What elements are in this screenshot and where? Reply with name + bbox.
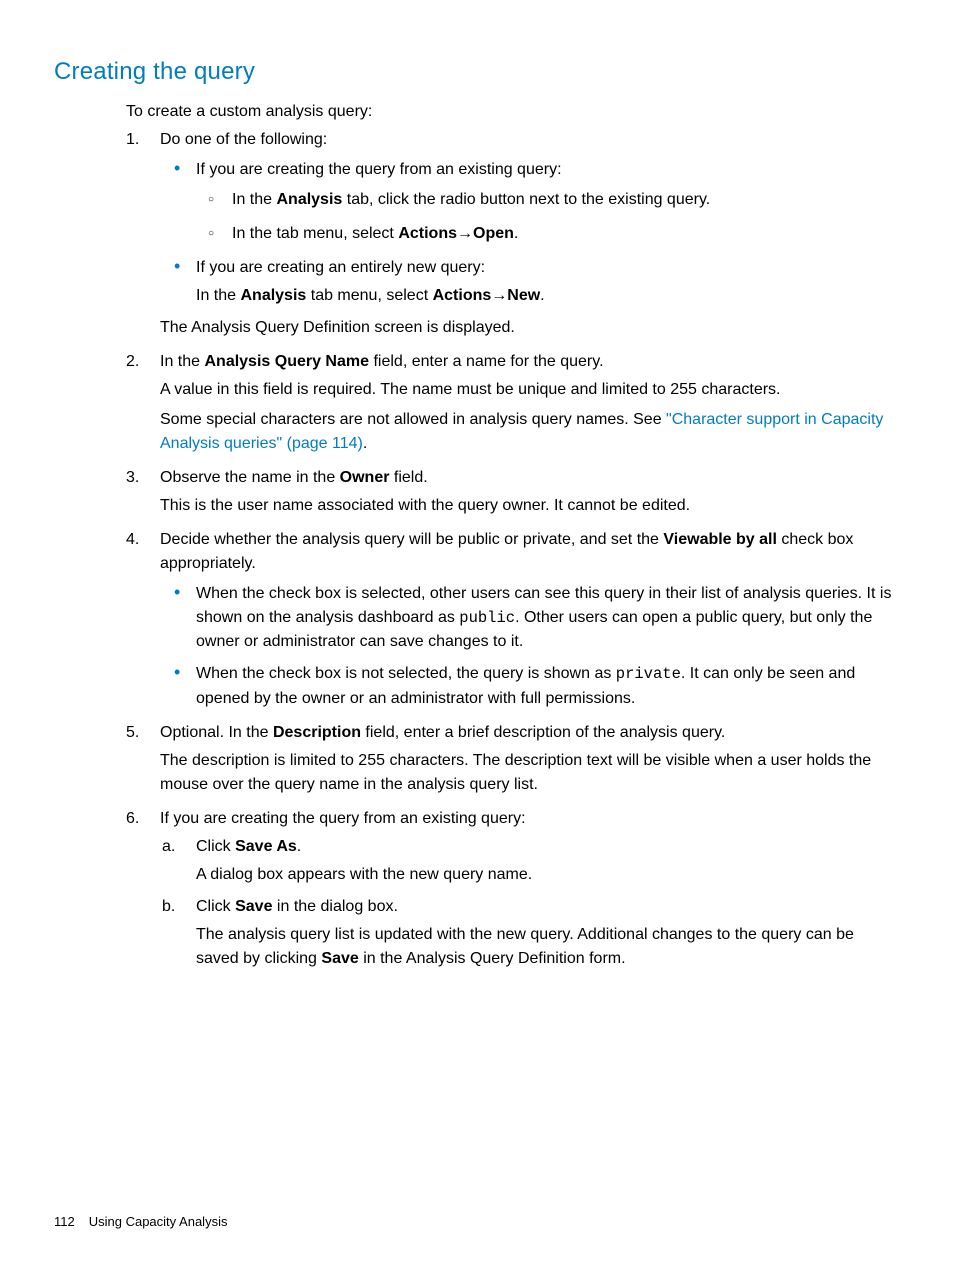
step-4-bullets: When the check box is selected, other us…	[160, 582, 898, 711]
text: .	[297, 838, 301, 855]
bold-text: Analysis	[276, 191, 342, 208]
bold-text: Owner	[340, 469, 390, 486]
step-number: 3.	[126, 466, 139, 490]
bullet-private: When the check box is not selected, the …	[196, 662, 898, 710]
page-number: 112	[54, 1214, 75, 1229]
paragraph: The analysis query list is updated with …	[196, 923, 898, 971]
step-6: 6. If you are creating the query from an…	[160, 807, 898, 971]
step-1: 1. Do one of the following: If you are c…	[160, 128, 898, 340]
text: in the Analysis Query Definition form.	[359, 950, 626, 967]
text: in the dialog box.	[272, 898, 397, 915]
step-1-bullets: If you are creating the query from an ex…	[160, 158, 898, 308]
bullet-public: When the check box is selected, other us…	[196, 582, 898, 654]
text: Decide whether the analysis query will b…	[160, 531, 663, 548]
intro-text: To create a custom analysis query:	[126, 100, 898, 124]
step-number: 4.	[126, 528, 139, 552]
step-2: 2. In the Analysis Query Name field, ent…	[160, 350, 898, 456]
step-4: 4. Decide whether the analysis query wil…	[160, 528, 898, 711]
text: In the	[232, 191, 276, 208]
text: .	[540, 287, 544, 304]
bullet-new-query: If you are creating an entirely new quer…	[196, 256, 898, 308]
document-page: Creating the query To create a custom an…	[0, 0, 954, 971]
substep-b: b. Click Save in the dialog box. The ana…	[196, 895, 898, 971]
page-footer: 112 Using Capacity Analysis	[54, 1214, 227, 1229]
paragraph: The description is limited to 255 charac…	[160, 749, 898, 797]
bold-text: New	[507, 287, 540, 304]
text: .	[363, 435, 367, 452]
bold-text: Actions	[433, 287, 492, 304]
step-5: 5. Optional. In the Description field, e…	[160, 721, 898, 797]
bold-text: Description	[273, 724, 361, 741]
bold-text: Analysis Query Name	[204, 353, 369, 370]
text: field.	[389, 469, 427, 486]
paragraph: This is the user name associated with th…	[160, 494, 898, 518]
text: In the	[160, 353, 204, 370]
bold-text: Viewable by all	[663, 531, 777, 548]
bullet-text: If you are creating the query from an ex…	[196, 161, 562, 178]
text: field, enter a brief description of the …	[361, 724, 725, 741]
bullet-text: If you are creating an entirely new quer…	[196, 259, 485, 276]
step-number: 1.	[126, 128, 139, 152]
step-3: 3. Observe the name in the Owner field. …	[160, 466, 898, 518]
text: Optional. In the	[160, 724, 273, 741]
step-lead: Do one of the following:	[160, 131, 327, 148]
text: In the	[196, 287, 240, 304]
step-lead: If you are creating the query from an ex…	[160, 810, 526, 827]
sub-bullet: In the Analysis tab, click the radio but…	[232, 188, 898, 212]
arrow-icon: →	[457, 225, 473, 242]
section-heading: Creating the query	[54, 54, 898, 90]
paragraph: In the Analysis tab menu, select Actions…	[196, 284, 898, 308]
bold-text: Actions	[398, 225, 457, 242]
sub-bullet: In the tab menu, select Actions→Open.	[232, 222, 898, 246]
text: tab, click the radio button next to the …	[342, 191, 710, 208]
alpha-sublist: a. Click Save As. A dialog box appears w…	[160, 835, 898, 971]
text: tab menu, select	[306, 287, 432, 304]
step-number: 2.	[126, 350, 139, 374]
paragraph: A value in this field is required. The n…	[160, 378, 898, 402]
text: Some special characters are not allowed …	[160, 411, 666, 428]
arrow-icon: →	[491, 287, 507, 304]
paragraph: The Analysis Query Definition screen is …	[160, 316, 898, 340]
text: Click	[196, 838, 235, 855]
text: Observe the name in the	[160, 469, 340, 486]
text: .	[514, 225, 518, 242]
substep-letter: a.	[162, 835, 175, 859]
bold-text: Save As	[235, 838, 297, 855]
text: Click	[196, 898, 235, 915]
substep-letter: b.	[162, 895, 175, 919]
step-number: 6.	[126, 807, 139, 831]
step-number: 5.	[126, 721, 139, 745]
chapter-title: Using Capacity Analysis	[89, 1214, 228, 1229]
text: field, enter a name for the query.	[369, 353, 604, 370]
paragraph: A dialog box appears with the new query …	[196, 863, 898, 887]
code-text: public	[459, 609, 515, 627]
paragraph: Some special characters are not allowed …	[160, 408, 898, 456]
text: When the check box is not selected, the …	[196, 665, 616, 682]
bold-text: Save	[321, 950, 358, 967]
substep-a: a. Click Save As. A dialog box appears w…	[196, 835, 898, 887]
bold-text: Open	[473, 225, 514, 242]
sub-bullets: In the Analysis tab, click the radio but…	[196, 188, 898, 246]
bullet-existing-query: If you are creating the query from an ex…	[196, 158, 898, 246]
ordered-steps: 1. Do one of the following: If you are c…	[126, 128, 898, 971]
code-text: private	[616, 665, 681, 683]
bold-text: Analysis	[240, 287, 306, 304]
text: In the tab menu, select	[232, 225, 398, 242]
bold-text: Save	[235, 898, 272, 915]
